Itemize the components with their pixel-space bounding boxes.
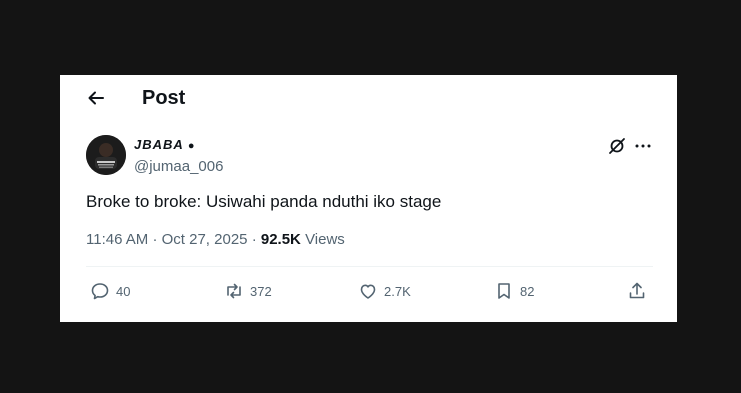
like-button[interactable]: 2.7K <box>358 280 411 302</box>
repost-count: 372 <box>250 283 272 299</box>
bookmark-count: 82 <box>520 283 535 299</box>
page-title: Post <box>142 87 186 109</box>
author-handle[interactable]: @jumaa_006 <box>134 158 223 175</box>
views-label: Views <box>305 231 345 248</box>
post-header: Post <box>60 75 677 121</box>
meta-separator: · <box>251 231 257 248</box>
tweet-text: Broke to broke: Usiwahi panda nduthi iko… <box>86 192 442 211</box>
more-icon[interactable] <box>634 137 652 155</box>
bookmark-icon <box>498 283 510 299</box>
reply-button[interactable]: 40 <box>90 280 130 302</box>
share-button[interactable] <box>627 280 647 302</box>
tweet-meta: 11:46 AM · Oct 27, 2025 · 92.5K Views <box>86 231 345 248</box>
bookmark-button[interactable]: 82 <box>494 280 534 302</box>
share-icon <box>629 282 645 299</box>
grok-icon[interactable] <box>608 137 626 155</box>
tweet-time[interactable]: 11:46 AM <box>86 231 148 248</box>
views-count: 92.5K <box>260 231 301 248</box>
post-card: Post JBABA ● @jumaa_006 Broke to broke: … <box>60 75 677 322</box>
tweet-date[interactable]: Oct 27, 2025 <box>162 231 248 248</box>
avatar[interactable] <box>86 135 126 175</box>
reply-icon <box>91 283 109 300</box>
repost-icon <box>227 283 241 299</box>
meta-separator: · <box>152 231 158 248</box>
author-display-name[interactable]: JBABA ● <box>134 137 196 152</box>
back-arrow-icon[interactable] <box>86 88 106 108</box>
repost-button[interactable]: 372 <box>224 280 272 302</box>
author-name-text: JBABA <box>134 137 184 152</box>
like-count: 2.7K <box>384 283 411 299</box>
reply-count: 40 <box>116 283 131 299</box>
like-icon <box>360 284 376 299</box>
apple-icon: ● <box>183 140 196 152</box>
divider <box>86 266 653 267</box>
